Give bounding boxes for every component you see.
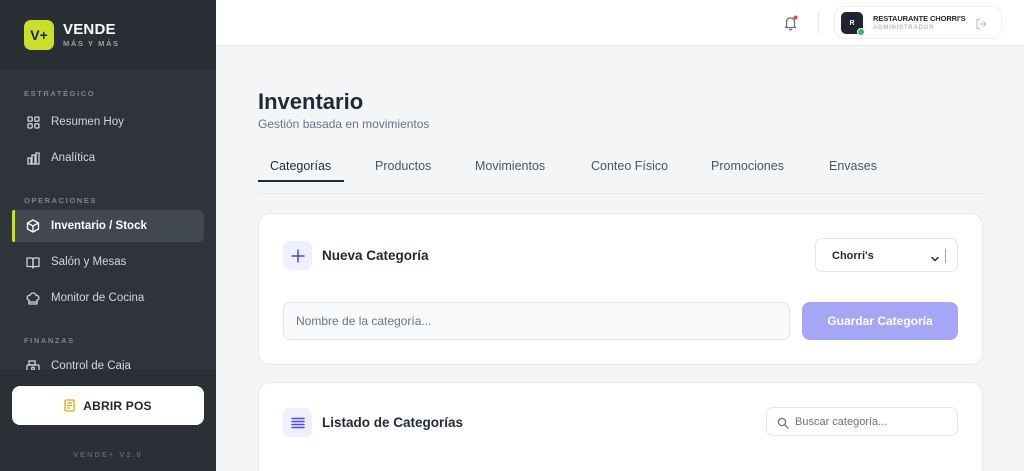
new-category-title: Nueva Categoría bbox=[322, 248, 429, 263]
category-name-input[interactable] bbox=[283, 302, 790, 340]
tab-envases[interactable]: Envases bbox=[829, 159, 877, 173]
restaurant-select[interactable]: Chorri's bbox=[815, 238, 958, 272]
page-title: Inventario bbox=[258, 89, 364, 114]
tab-productos[interactable]: Productos bbox=[375, 159, 431, 173]
sidebar: V+ VENDE MÁS Y MÁS ESTRATÉGICO Resumen H… bbox=[0, 0, 216, 471]
sidebar-item-inventario[interactable]: Inventario / Stock bbox=[12, 210, 204, 242]
brand-name: VENDE bbox=[63, 21, 116, 39]
section-title-estrategico: ESTRATÉGICO bbox=[24, 89, 96, 98]
page-subtitle: Gestión basada en movimientos bbox=[258, 117, 430, 131]
category-search[interactable] bbox=[766, 407, 958, 436]
sidebar-item-salon-mesas[interactable]: Salón y Mesas bbox=[12, 246, 204, 278]
section-title-finanzas: FINANZAS bbox=[24, 336, 75, 345]
brand-header[interactable]: V+ VENDE MÁS Y MÁS bbox=[0, 0, 216, 70]
sidebar-item-label: Inventario / Stock bbox=[51, 220, 147, 232]
notifications-bell-icon[interactable] bbox=[782, 14, 800, 32]
plus-icon bbox=[283, 241, 312, 270]
category-search-input[interactable] bbox=[795, 412, 950, 432]
section-title-operaciones: OPERACIONES bbox=[24, 196, 98, 205]
bar-chart-icon bbox=[26, 151, 40, 165]
topbar: R RESTAURANTE CHORRI'S ADMINISTRADOR bbox=[216, 0, 1024, 46]
sidebar-item-label: Resumen Hoy bbox=[51, 116, 124, 128]
new-category-card: Nueva Categoría Chorri's Guardar Categor… bbox=[258, 213, 983, 365]
app-version: VENDE+ V2.0 bbox=[73, 450, 143, 459]
active-tab-indicator bbox=[258, 180, 344, 182]
open-pos-button[interactable]: ABRIR POS bbox=[12, 386, 204, 425]
logout-icon[interactable] bbox=[975, 17, 987, 30]
grid-icon bbox=[26, 115, 40, 129]
topbar-divider bbox=[818, 12, 819, 34]
category-list-title: Listado de Categorías bbox=[322, 415, 464, 430]
brand-tagline: MÁS Y MÁS bbox=[63, 39, 120, 49]
inventory-tabs: Categorías Productos Movimientos Conteo … bbox=[258, 150, 983, 194]
sidebar-item-label: Monitor de Cocina bbox=[51, 292, 145, 304]
user-name: RESTAURANTE CHORRI'S bbox=[873, 14, 966, 23]
chevron-down-icon bbox=[930, 251, 940, 262]
sidebar-item-monitor-cocina[interactable]: Monitor de Cocina bbox=[12, 282, 204, 314]
tab-categorias[interactable]: Categorías bbox=[270, 159, 331, 173]
sidebar-item-analitica[interactable]: Analítica bbox=[12, 142, 204, 174]
save-category-button[interactable]: Guardar Categoría bbox=[802, 302, 958, 340]
chef-hat-icon bbox=[26, 291, 40, 305]
category-list-card: Listado de Categorías bbox=[258, 382, 983, 471]
open-pos-label: ABRIR POS bbox=[83, 398, 152, 413]
sidebar-item-label: Salón y Mesas bbox=[51, 256, 127, 268]
select-divider bbox=[945, 249, 946, 263]
sidebar-item-resumen-hoy[interactable]: Resumen Hoy bbox=[12, 106, 204, 138]
brand-logo: V+ bbox=[24, 20, 54, 50]
pos-footer: ABRIR POS VENDE+ V2.0 bbox=[0, 370, 216, 471]
user-menu[interactable]: R RESTAURANTE CHORRI'S ADMINISTRADOR bbox=[834, 6, 1002, 39]
receipt-icon bbox=[64, 399, 75, 412]
list-icon bbox=[283, 408, 312, 437]
online-status-dot bbox=[857, 28, 865, 36]
tab-movimientos[interactable]: Movimientos bbox=[475, 159, 545, 173]
restaurant-select-value: Chorri's bbox=[832, 250, 874, 262]
book-open-icon bbox=[26, 255, 40, 269]
box-icon bbox=[26, 219, 40, 233]
user-role: ADMINISTRADOR bbox=[873, 25, 935, 31]
search-icon bbox=[777, 416, 789, 429]
tab-conteo-fisico[interactable]: Conteo Físico bbox=[591, 159, 668, 173]
sidebar-item-label: Analítica bbox=[51, 152, 96, 164]
tab-promociones[interactable]: Promociones bbox=[711, 159, 784, 173]
